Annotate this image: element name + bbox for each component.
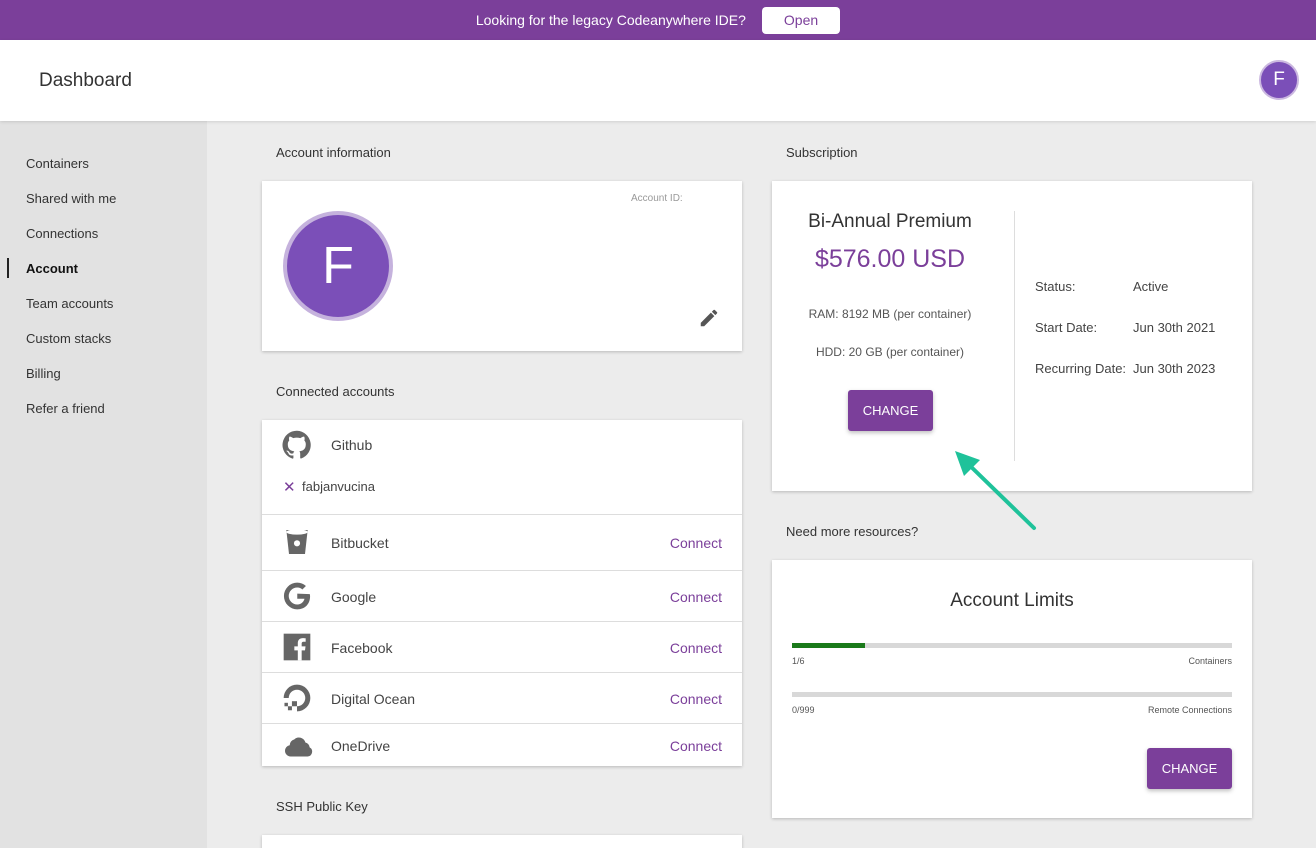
plan-hdd: HDD: 20 GB (per container)	[815, 345, 965, 359]
account-avatar: F	[283, 211, 393, 321]
account-row-bitbucket: Bitbucket Connect	[262, 514, 742, 570]
ssh-key-heading: SSH Public Key	[276, 799, 368, 814]
recurring-date-label: Recurring Date:	[1035, 361, 1127, 376]
bitbucket-icon	[286, 529, 308, 554]
pencil-icon[interactable]	[698, 307, 720, 329]
github-label: Github	[331, 437, 373, 453]
sidebar-item-containers[interactable]: Containers	[26, 156, 89, 171]
onedrive-label: OneDrive	[331, 738, 391, 754]
status-label: Status:	[1035, 279, 1076, 294]
recurring-date-value: Jun 30th 2023	[1133, 361, 1216, 376]
connect-digital-ocean-link[interactable]: Connect	[670, 691, 722, 707]
facebook-icon	[283, 633, 311, 661]
digitalocean-icon	[283, 684, 311, 712]
connect-google-link[interactable]: Connect	[670, 589, 722, 605]
connect-bitbucket-link[interactable]: Connect	[670, 535, 722, 551]
connect-onedrive-link[interactable]: Connect	[670, 738, 722, 754]
start-date-label: Start Date:	[1035, 320, 1098, 335]
subscription-divider	[1014, 211, 1015, 461]
sidebar-item-refer-a-friend[interactable]: Refer a friend	[26, 401, 105, 416]
google-label: Google	[331, 589, 377, 605]
connect-facebook-link[interactable]: Connect	[670, 640, 722, 656]
account-id-label: Account ID:	[631, 193, 683, 204]
remote-connections-count: 0/999	[792, 705, 815, 715]
status-value: Active	[1133, 279, 1169, 294]
start-date-value: Jun 30th 2021	[1133, 320, 1216, 335]
digital-ocean-label: Digital Ocean	[331, 691, 416, 707]
ssh-key-card	[262, 835, 742, 848]
remote-connections-progress-bar	[792, 692, 1232, 697]
open-legacy-button[interactable]: Open	[761, 6, 841, 34]
top-header: Dashboard F	[0, 40, 1316, 121]
change-limits-button[interactable]: CHANGE	[1147, 748, 1232, 789]
github-username: fabjanvucina	[302, 479, 375, 494]
containers-progress-fill	[792, 643, 866, 648]
plan-name: Bi-Annual Premium	[808, 211, 972, 232]
sidebar-item-billing[interactable]: Billing	[26, 366, 61, 381]
change-plan-button[interactable]: CHANGE	[848, 390, 933, 431]
disconnect-github-icon[interactable]: ✕	[283, 478, 296, 496]
subscription-heading: Subscription	[786, 145, 858, 160]
sidebar: Containers Shared with me Connections Ac…	[0, 121, 207, 848]
connected-accounts-card: Github ✕ fabjanvucina Bitbucket Connect …	[262, 420, 742, 766]
subscription-card: Bi-Annual Premium $576.00 USD RAM: 8192 …	[772, 181, 1252, 491]
plan-ram: RAM: 8192 MB (per container)	[808, 307, 972, 321]
connected-accounts-heading: Connected accounts	[276, 384, 395, 399]
banner-text: Looking for the legacy Codeanywhere IDE?	[475, 12, 746, 28]
github-icon	[282, 430, 311, 459]
account-limits-title: Account Limits	[950, 590, 1074, 611]
annotation-arrow	[955, 451, 1036, 530]
active-indicator	[7, 258, 9, 278]
sidebar-item-shared-with-me[interactable]: Shared with me	[26, 191, 116, 206]
containers-label: Containers	[1188, 656, 1232, 666]
containers-progress-bar	[792, 643, 1232, 648]
onedrive-icon	[285, 737, 313, 757]
remote-connections-label: Remote Connections	[1147, 705, 1232, 715]
account-row-facebook: Facebook Connect	[262, 621, 742, 672]
plan-price: $576.00 USD	[814, 245, 966, 273]
bitbucket-label: Bitbucket	[331, 535, 389, 551]
account-row-digital-ocean: Digital Ocean Connect	[262, 672, 742, 723]
sidebar-item-custom-stacks[interactable]: Custom stacks	[26, 331, 111, 346]
containers-count: 1/6	[792, 656, 805, 666]
legacy-banner: Looking for the legacy Codeanywhere IDE?…	[0, 0, 1316, 40]
account-row-google: Google Connect	[262, 570, 742, 621]
sidebar-item-team-accounts[interactable]: Team accounts	[26, 296, 113, 311]
user-avatar[interactable]: F	[1259, 60, 1299, 100]
account-limits-card: Account Limits 1/6 Containers 0/999 Remo…	[772, 560, 1252, 818]
page-title: Dashboard	[39, 70, 132, 91]
sidebar-item-connections[interactable]: Connections	[26, 226, 98, 241]
google-icon	[283, 582, 311, 610]
sidebar-item-account[interactable]: Account	[26, 261, 78, 276]
facebook-label: Facebook	[331, 640, 393, 656]
account-row-onedrive: OneDrive Connect	[262, 723, 742, 766]
resources-heading: Need more resources?	[786, 524, 919, 539]
account-info-heading: Account information	[276, 145, 391, 160]
account-info-card: F Account ID:	[262, 181, 742, 351]
